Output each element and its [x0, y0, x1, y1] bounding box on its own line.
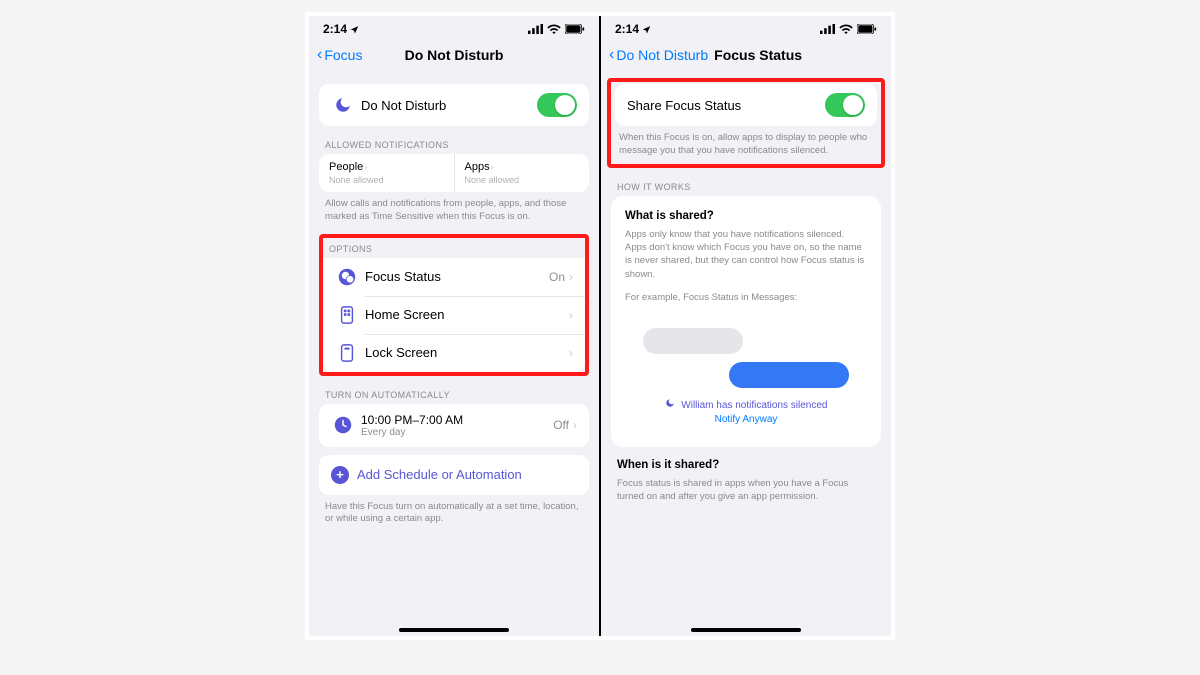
- example-line: For example, Focus Status in Messages:: [625, 291, 867, 304]
- status-time: 2:14: [323, 22, 347, 36]
- focus-status-row[interactable]: Focus Status On ›: [323, 258, 585, 296]
- battery-icon: [565, 24, 585, 34]
- notify-anyway-link[interactable]: Notify Anyway: [643, 413, 849, 427]
- share-toggle[interactable]: [825, 93, 865, 117]
- moon-icon: [331, 96, 355, 114]
- allowed-card: People› None allowed Apps› None allowed: [319, 154, 589, 192]
- status-bar: 2:14: [601, 16, 891, 38]
- allowed-people-button[interactable]: People› None allowed: [319, 154, 455, 192]
- options-highlight: OPTIONS Focus Status On › Ho: [319, 234, 589, 376]
- allowed-header: ALLOWED NOTIFICATIONS: [319, 126, 589, 154]
- what-text: Apps only know that you have notificatio…: [625, 228, 867, 281]
- chevron-right-icon: ›: [569, 308, 573, 322]
- how-it-works-header: HOW IT WORKS: [601, 168, 891, 196]
- add-schedule-button[interactable]: + Add Schedule or Automation: [319, 455, 589, 495]
- clock-icon: [331, 416, 355, 434]
- page-title: Do Not Disturb: [309, 47, 599, 63]
- signal-icon: [820, 24, 835, 34]
- share-footer: When this Focus is on, allow apps to dis…: [615, 126, 877, 158]
- auto-footer: Have this Focus turn on automatically at…: [319, 495, 589, 527]
- battery-icon: [857, 24, 877, 34]
- allowed-apps-button[interactable]: Apps› None allowed: [455, 154, 590, 192]
- phone-focus-status: 2:14 ‹ Do Not Disturb Focus Status Share…: [601, 16, 891, 636]
- focus-status-icon: [335, 268, 359, 286]
- status-time: 2:14: [615, 22, 639, 36]
- schedule-row[interactable]: 10:00 PM–7:00 AM Every day Off ›: [319, 404, 589, 447]
- message-bubble-blue: [729, 362, 849, 388]
- nav-bar: ‹ Focus Do Not Disturb: [309, 38, 599, 72]
- chevron-left-icon: ‹: [609, 46, 614, 64]
- moon-icon: [665, 400, 678, 411]
- dnd-toggle[interactable]: [537, 93, 577, 117]
- chevron-right-icon: ›: [569, 270, 573, 284]
- what-title: What is shared?: [625, 210, 867, 222]
- chevron-right-icon: ›: [364, 162, 367, 172]
- plus-icon: +: [331, 466, 349, 484]
- chevron-right-icon: ›: [573, 418, 577, 432]
- status-bar: 2:14: [309, 16, 599, 38]
- home-indicator[interactable]: [399, 628, 509, 632]
- options-header: OPTIONS: [323, 238, 585, 258]
- wifi-icon: [839, 24, 853, 34]
- back-button[interactable]: ‹ Do Not Disturb: [609, 46, 708, 64]
- nav-bar: ‹ Do Not Disturb Focus Status: [601, 38, 891, 72]
- share-toggle-row[interactable]: Share Focus Status: [615, 84, 877, 126]
- back-label: Do Not Disturb: [616, 47, 708, 63]
- lock-screen-row[interactable]: Lock Screen ›: [323, 334, 585, 372]
- messages-preview: William has notifications silenced Notif…: [625, 314, 867, 437]
- home-indicator[interactable]: [691, 628, 801, 632]
- page-title: Focus Status: [714, 47, 802, 63]
- when-text: Focus status is shared in apps when you …: [617, 477, 875, 504]
- wifi-icon: [547, 24, 561, 34]
- silenced-text: William has notifications silenced: [681, 400, 827, 411]
- location-arrow-icon: [350, 25, 359, 34]
- chevron-right-icon: ›: [569, 346, 573, 360]
- home-screen-row[interactable]: Home Screen ›: [323, 296, 585, 334]
- message-bubble-grey: [643, 328, 743, 354]
- phone-do-not-disturb: 2:14 ‹ Focus Do Not Disturb: [309, 16, 599, 636]
- dnd-toggle-row[interactable]: Do Not Disturb: [319, 84, 589, 126]
- chevron-right-icon: ›: [491, 162, 494, 172]
- dnd-label: Do Not Disturb: [361, 98, 537, 113]
- signal-icon: [528, 24, 543, 34]
- what-is-shared-card: What is shared? Apps only know that you …: [611, 196, 881, 447]
- home-screen-icon: [335, 306, 359, 324]
- when-title: When is it shared?: [617, 459, 875, 471]
- auto-header: TURN ON AUTOMATICALLY: [319, 376, 589, 404]
- when-shared-block: When is it shared? Focus status is share…: [601, 459, 891, 504]
- location-arrow-icon: [642, 25, 651, 34]
- lock-screen-icon: [335, 344, 359, 362]
- allowed-footer: Allow calls and notifications from peopl…: [319, 192, 589, 224]
- share-highlight: Share Focus Status When this Focus is on…: [607, 78, 885, 168]
